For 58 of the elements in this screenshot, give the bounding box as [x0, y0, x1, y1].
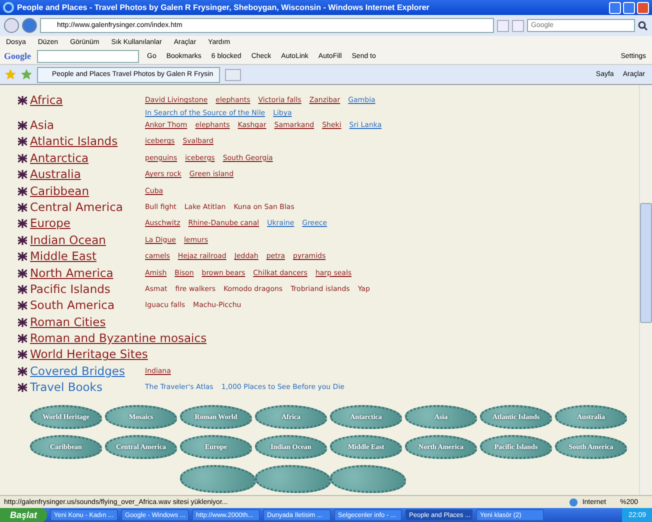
minimize-button[interactable]	[609, 2, 621, 14]
nav-button-shape[interactable]	[330, 464, 406, 493]
google-logo: Google	[4, 51, 31, 61]
maximize-button[interactable]	[623, 2, 635, 14]
bullet-icon	[18, 219, 27, 228]
region-link[interactable]: Caribbean	[30, 184, 145, 199]
region-link[interactable]: Roman and Byzantine mosaics	[30, 331, 207, 346]
region-link[interactable]: World Heritage Sites	[30, 347, 148, 362]
start-button[interactable]: Başlat	[0, 508, 48, 522]
region-link[interactable]: Atlantic Islands	[30, 134, 145, 150]
favorites-star-icon[interactable]	[5, 69, 16, 80]
bullet-icon	[18, 318, 27, 327]
bullet-icon	[18, 186, 27, 196]
forward-button[interactable]	[22, 18, 37, 33]
scrollbar[interactable]	[639, 85, 652, 495]
scroll-thumb[interactable]	[640, 203, 652, 323]
nav-button-shape[interactable]	[255, 464, 331, 493]
bullet-icon	[18, 301, 27, 310]
bullet-icon	[18, 383, 27, 392]
bullet-icon	[18, 284, 27, 294]
region-link[interactable]: Indian Ocean	[30, 232, 145, 248]
region-link[interactable]: Travel Books	[30, 380, 145, 396]
bullet-icon	[18, 236, 27, 245]
region-link[interactable]: Middle East	[30, 249, 145, 264]
bullet-icon	[18, 366, 27, 376]
region-link[interactable]: Australia	[30, 167, 145, 182]
region-link[interactable]: South America	[30, 298, 145, 314]
bullet-icon	[18, 350, 27, 360]
region-link[interactable]: Asia	[30, 118, 145, 133]
window-title: People and Places - Travel Photos by Galen R Frysinger, Sheboygan, Wisconsin - Windows Internet Explorer	[17, 3, 430, 12]
browser-icon	[3, 2, 14, 13]
region-link[interactable]: North America	[30, 266, 145, 281]
bullet-icon	[18, 170, 27, 180]
bullet-icon	[18, 202, 27, 212]
region-link[interactable]: Antarctica	[30, 150, 145, 166]
globe-icon	[569, 498, 578, 506]
toolbar-search-field[interactable]	[37, 50, 139, 62]
add-favorite-icon[interactable]	[21, 69, 32, 80]
bullet-icon	[18, 334, 27, 344]
bullet-icon	[18, 154, 27, 163]
region-link[interactable]: Central America	[30, 200, 145, 215]
bullet-icon	[18, 252, 27, 262]
search-icon[interactable]	[638, 20, 648, 30]
refresh-button[interactable]	[497, 20, 509, 32]
region-link[interactable]: Pacific Islands	[30, 282, 145, 297]
region-link[interactable]: Covered Bridges	[30, 364, 145, 379]
region-link[interactable]: Europe	[30, 216, 145, 232]
region-link[interactable]: Roman Cities	[30, 314, 145, 330]
back-button[interactable]	[4, 18, 19, 33]
bullet-icon	[18, 96, 27, 105]
bullet-icon	[18, 121, 27, 130]
nav-button-shape[interactable]	[180, 464, 256, 493]
stop-button[interactable]	[512, 20, 524, 32]
close-button[interactable]	[637, 2, 649, 14]
bullet-icon	[18, 268, 27, 278]
bullet-icon	[18, 137, 27, 146]
region-link[interactable]: Africa	[30, 93, 145, 108]
new-tab-button[interactable]	[225, 68, 242, 80]
